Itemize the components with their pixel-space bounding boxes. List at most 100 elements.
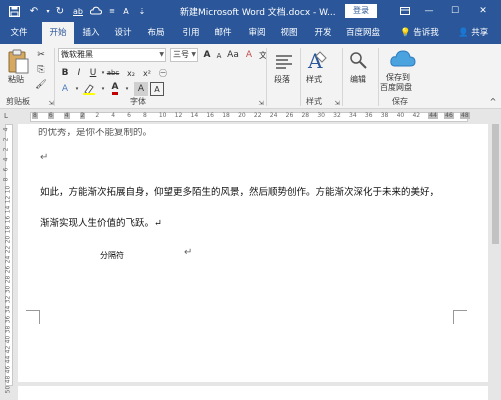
baidu-cloud-icon[interactable] (390, 48, 416, 70)
doc-line-partial: 的优秀，是你不能复制的。 (38, 127, 153, 138)
paste-icon[interactable] (6, 48, 30, 74)
vertical-ruler-tick-label: 34 (4, 305, 12, 314)
tab-home[interactable]: 开始 (42, 22, 74, 44)
ruler-tick-label: 30 (317, 112, 325, 119)
grow-font-icon[interactable]: A (118, 3, 134, 19)
document-page[interactable]: 的优秀，是你不能复制的。 ↵ 如此，方能渐次拓展自身，仰望更多陌生的风景，然后顺… (18, 124, 488, 382)
change-case-icon[interactable]: Aa (226, 48, 240, 62)
vertical-ruler-tick-label: 8 (2, 177, 10, 182)
tab-references[interactable]: 引用 (178, 22, 204, 44)
character-shading-icon[interactable]: A (134, 82, 148, 96)
spelling-check-icon[interactable]: ab (70, 3, 86, 19)
ruler-tick-label: 24 (269, 112, 278, 119)
shrink-font-icon[interactable]: A (212, 49, 226, 63)
save-to-label-line2: 百度网盘 (380, 83, 412, 92)
highlight-icon[interactable] (82, 82, 96, 96)
ruler-tick-label: 26 (285, 112, 294, 119)
vertical-ruler-tick-label: 4 (2, 127, 10, 132)
login-button[interactable]: 登录 (345, 4, 377, 18)
tell-me-search[interactable]: 💡 告诉我 (400, 22, 439, 44)
vertical-ruler-tick-label: 4 (2, 157, 10, 162)
superscript-button[interactable]: x² (140, 66, 154, 80)
tab-file[interactable]: 文件 (4, 22, 34, 44)
bold-button[interactable]: B (58, 66, 72, 80)
paragraph-mark: ↵ (40, 152, 49, 163)
vertical-ruler-tick-label: 2 (2, 137, 10, 142)
next-page[interactable] (18, 386, 488, 400)
scrollbar-thumb[interactable] (492, 124, 499, 244)
crop-mark (26, 310, 40, 324)
vertical-ruler-tick-label: 24 (4, 255, 12, 264)
tab-view[interactable]: 视图 (276, 22, 302, 44)
tab-insert[interactable]: 插入 (78, 22, 104, 44)
vertical-ruler-tick-label: 42 (4, 345, 12, 354)
character-border-icon[interactable]: A (150, 82, 164, 96)
tell-me-label: 告诉我 (413, 28, 439, 38)
font-group-label: 字体 (130, 97, 146, 106)
ruler-tick-label: 14 (190, 112, 199, 119)
font-size-value: 三号 (173, 50, 189, 59)
vertical-ruler[interactable]: 4 2 2 4 6 8 10 12 14 16 18 20 22 24 26 28 30 32 34 36 38 40 42… (2, 124, 15, 394)
tab-baidu-netdisk[interactable]: 百度网盘 (341, 22, 385, 44)
maximize-button[interactable]: ☐ (446, 3, 464, 19)
tab-layout[interactable]: 布局 (143, 22, 169, 44)
ruler-tick-label: 4 (63, 112, 70, 119)
enclose-characters-icon[interactable]: ㊀ (156, 66, 170, 80)
vertical-ruler-tick-label: 18 (4, 225, 12, 234)
share-button[interactable]: 👤 共享 (458, 22, 488, 44)
lightbulb-icon: 💡 (400, 28, 411, 38)
vertical-ruler-tick-label: 44 (4, 355, 12, 364)
separator (266, 48, 267, 106)
ruler-tick-label: 22 (253, 112, 262, 119)
document-area[interactable]: 的优秀，是你不能复制的。 ↵ 如此，方能渐次拓展自身，仰望更多陌生的风景，然后顺… (18, 124, 501, 400)
ruler-tick-label: 2 (79, 112, 86, 119)
vertical-ruler-tick-label: 38 (4, 325, 12, 334)
tab-review[interactable]: 审阅 (244, 22, 270, 44)
ribbon: 粘贴 ✂ ⎘ 🖌 剪贴板 ⇲ 微软雅黑 ▼ 三号 ▼ A A Aa A 文 B … (0, 44, 501, 109)
window-title: 新建Microsoft Word 文档.docx - W... (180, 8, 336, 18)
tab-mailings[interactable]: 邮件 (210, 22, 236, 44)
find-icon[interactable] (348, 50, 368, 70)
strikethrough-button[interactable]: abc (106, 66, 120, 80)
font-color-dropdown-icon[interactable]: ▾ (120, 82, 134, 96)
save-icon[interactable] (6, 3, 22, 19)
copy-icon[interactable]: ⎘ (34, 63, 48, 77)
subscript-button[interactable]: x₂ (124, 66, 138, 80)
phonetic-guide-icon[interactable]: 文 (256, 48, 270, 62)
save-to-baidu-icon[interactable] (88, 3, 104, 19)
tab-developer[interactable]: 开发 (310, 22, 336, 44)
title-bar: ↶ ▾ ↻ ab ≡ A ⇣ 新建Microsoft Word 文档.docx … (0, 0, 501, 22)
vertical-scrollbar[interactable] (490, 124, 501, 400)
font-name-combo[interactable]: 微软雅黑 ▼ (58, 48, 166, 62)
tab-selector-icon[interactable]: L (0, 110, 12, 122)
paragraph-icon[interactable] (274, 52, 294, 72)
clear-formatting-icon[interactable]: A (242, 48, 256, 62)
ruler-tick-label: 6 (127, 112, 131, 119)
cut-icon[interactable]: ✂ (34, 48, 48, 62)
collapse-ribbon-icon[interactable]: ^ (486, 94, 500, 108)
ruler-tick-label: 38 (380, 112, 389, 119)
vertical-ruler-tick-label: 50 (4, 385, 12, 394)
tab-design[interactable]: 设计 (110, 22, 136, 44)
vertical-ruler-tick-label: 36 (4, 315, 12, 324)
minimize-button[interactable]: — (420, 3, 438, 19)
redo-icon[interactable]: ↻ (52, 3, 68, 19)
clipboard-launcher-icon[interactable]: ⇲ (44, 96, 58, 110)
ruler-tick-label: 12 (174, 112, 183, 119)
ruler-tick-label: 4 (111, 112, 116, 119)
format-painter-icon[interactable]: 🖌 (34, 78, 48, 92)
close-button[interactable]: ✕ (474, 3, 492, 19)
ruler-tick-label: 8 (32, 112, 38, 119)
crop-mark (453, 310, 467, 324)
ribbon-display-icon[interactable] (396, 3, 414, 19)
ruler-tick-label: 36 (364, 112, 373, 119)
customize-toolbar-icon[interactable]: ⇣ (134, 3, 150, 19)
styles-icon[interactable]: A (306, 48, 328, 73)
ruler-tick-label: 34 (349, 112, 357, 119)
horizontal-ruler[interactable]: L 8 6 4 2 2 4 6 8 10 12 14 16 18 20 22 24 26 28 30 32 34 36 38… (0, 110, 501, 124)
vertical-ruler-tick-label: 20 (4, 235, 12, 244)
italic-button[interactable]: I (72, 66, 86, 80)
doc-section-break: 分隔符 (100, 251, 124, 260)
font-size-combo[interactable]: 三号 ▼ (170, 48, 198, 62)
vertical-ruler-tick-label: 22 (4, 245, 12, 254)
